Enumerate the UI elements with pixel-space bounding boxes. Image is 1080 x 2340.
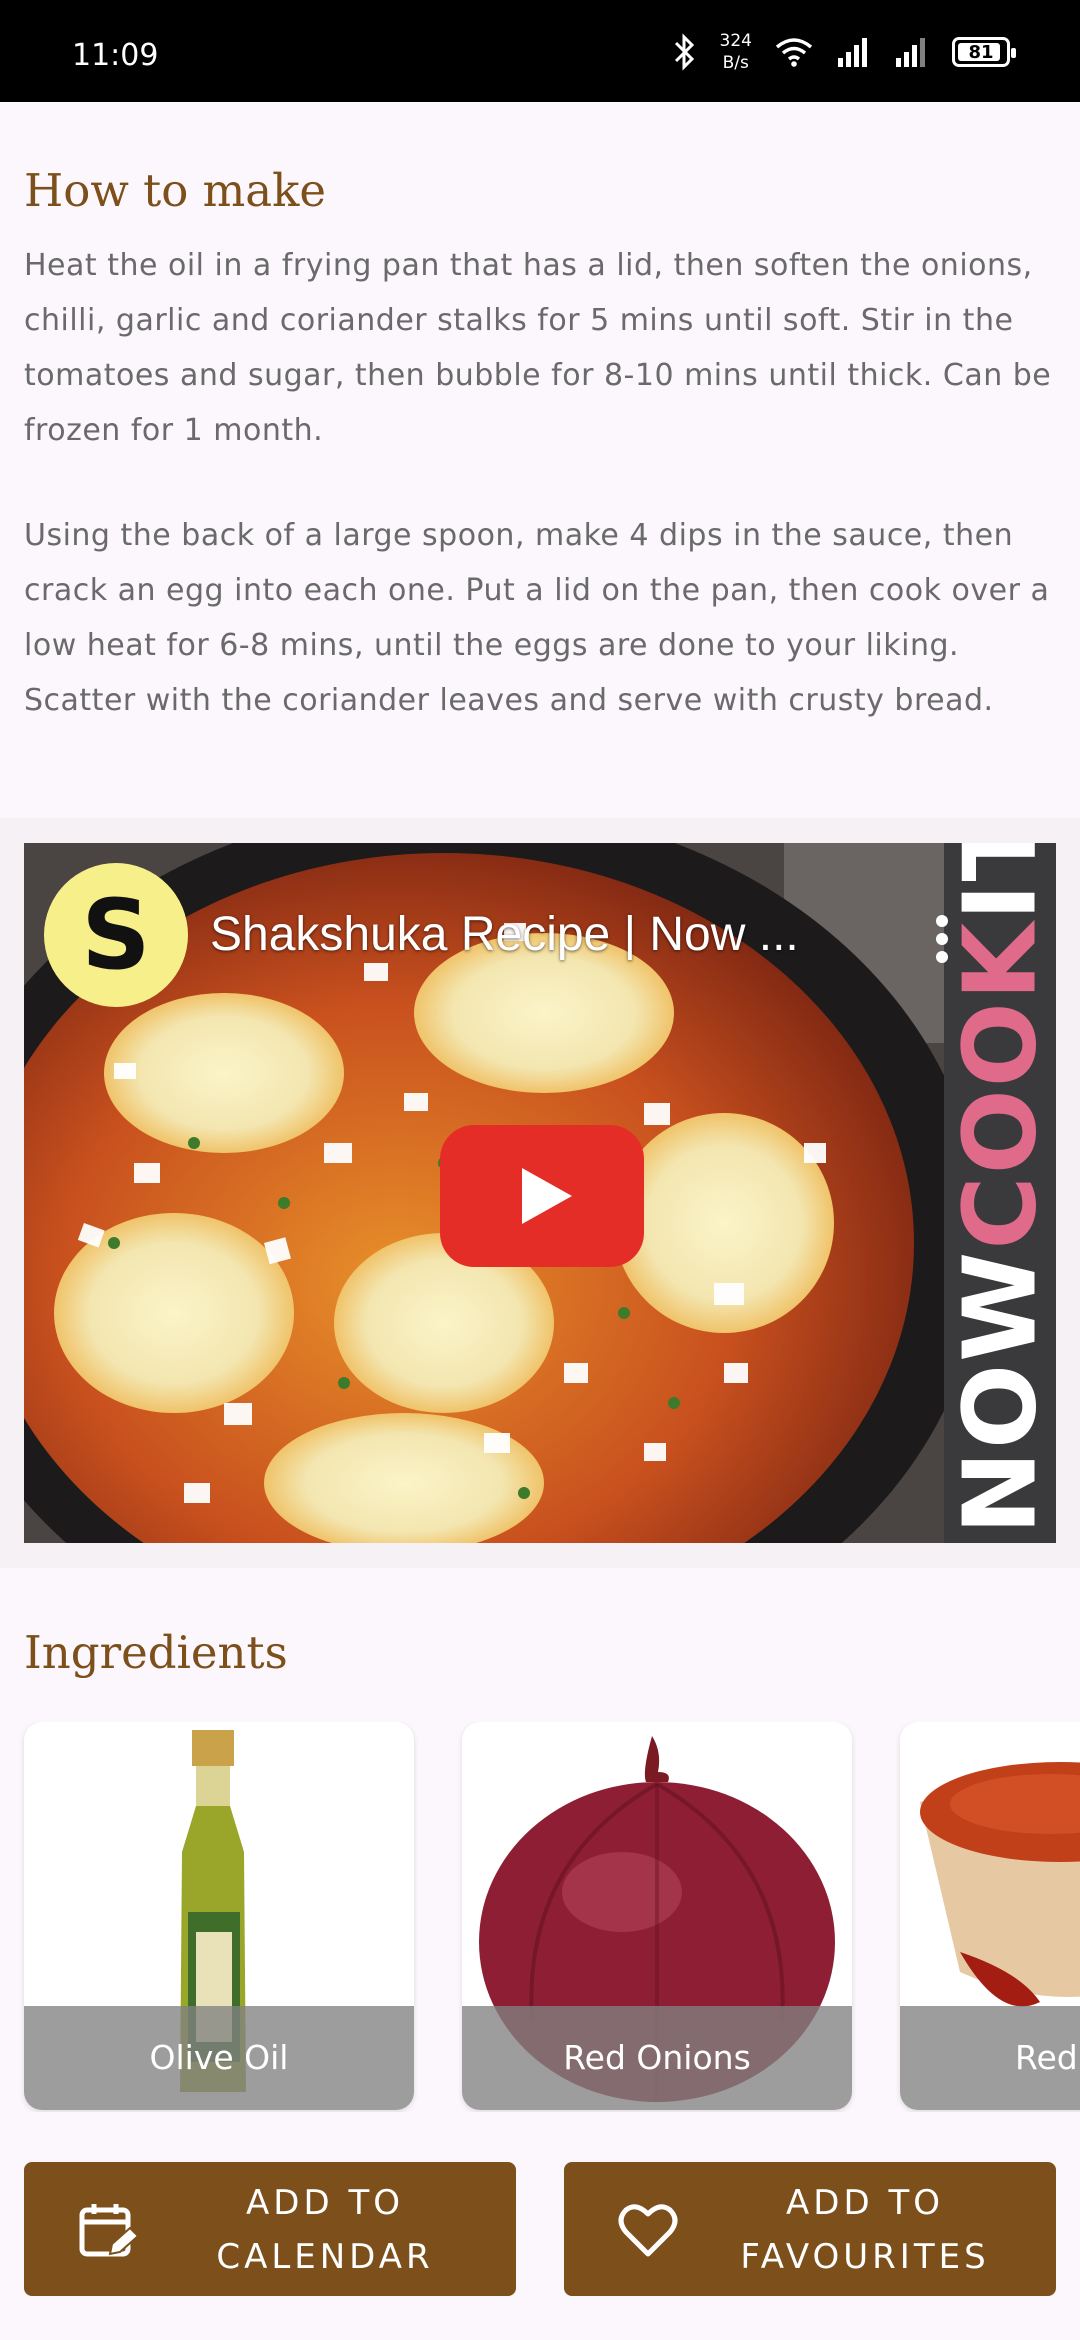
button-label-line: ADD TO [246, 2183, 404, 2223]
network-speed-unit: B/s [722, 53, 749, 73]
channel-avatar[interactable]: S [44, 863, 188, 1007]
banner-word: IT [941, 843, 1057, 921]
banner-word: COOK [941, 920, 1057, 1250]
instruction-paragraph: Using the back of a large spoon, make 4 … [24, 518, 1050, 718]
status-icons: 324 B/s 81 [670, 30, 1016, 74]
how-to-make-section: How to make Heat the oil in a frying pan… [0, 102, 1080, 818]
add-to-calendar-label: ADD TO CALENDAR [154, 2176, 496, 2284]
calendar-edit-icon [79, 2204, 138, 2257]
how-to-make-heading: How to make [24, 164, 327, 217]
bluetooth-icon [674, 33, 694, 71]
instruction-paragraph: Heat the oil in a frying pan that has a … [24, 248, 1052, 448]
signal-icon [896, 38, 925, 67]
video-section: NOWCOOKIT S Shakshuka Recipe | Now ... [0, 818, 1080, 1568]
ingredients-list[interactable]: Olive Oil Red Onions Red [0, 1722, 1080, 2112]
ingredient-card-red-onions[interactable]: Red Onions [462, 1722, 852, 2110]
network-speed-value: 324 [719, 31, 752, 51]
video-title[interactable]: Shakshuka Recipe | Now ... [210, 907, 799, 962]
network-speed: 324 B/s [720, 30, 752, 74]
instructions-text: Heat the oil in a frying pan that has a … [24, 238, 1060, 778]
battery-percent: 81 [968, 41, 994, 63]
add-to-favourites-label: ADD TO FAVOURITES [694, 2176, 1036, 2284]
button-label-line: CALENDAR [216, 2237, 434, 2277]
ingredients-heading: Ingredients [24, 1626, 288, 1679]
youtube-video-player[interactable]: NOWCOOKIT S Shakshuka Recipe | Now ... [24, 843, 1056, 1543]
more-vert-icon[interactable] [936, 915, 948, 963]
add-to-favourites-button[interactable]: ADD TO FAVOURITES [564, 2162, 1056, 2296]
heart-icon [618, 2204, 678, 2257]
status-bar: 11:09 324 B/s 81 [0, 0, 1080, 102]
ingredient-card-olive-oil[interactable]: Olive Oil [24, 1722, 414, 2110]
ingredient-name: Red Onions [462, 2006, 852, 2110]
signal-icon [838, 38, 867, 67]
add-to-calendar-button[interactable]: ADD TO CALENDAR [24, 2162, 516, 2296]
ingredient-name: Olive Oil [24, 2006, 414, 2110]
ingredient-name: Red [900, 2006, 1080, 2110]
wifi-icon [775, 38, 813, 67]
battery-icon: 81 [952, 37, 1016, 67]
button-label-line: ADD TO [786, 2183, 944, 2223]
play-icon[interactable] [440, 1125, 644, 1267]
banner-word: NOW [941, 1249, 1057, 1535]
button-label-line: FAVOURITES [740, 2237, 990, 2277]
ingredient-card-red-spice[interactable]: Red [900, 1722, 1080, 2110]
now-cook-it-banner: NOWCOOKIT [941, 843, 1057, 1543]
status-time: 11:09 [72, 38, 159, 73]
